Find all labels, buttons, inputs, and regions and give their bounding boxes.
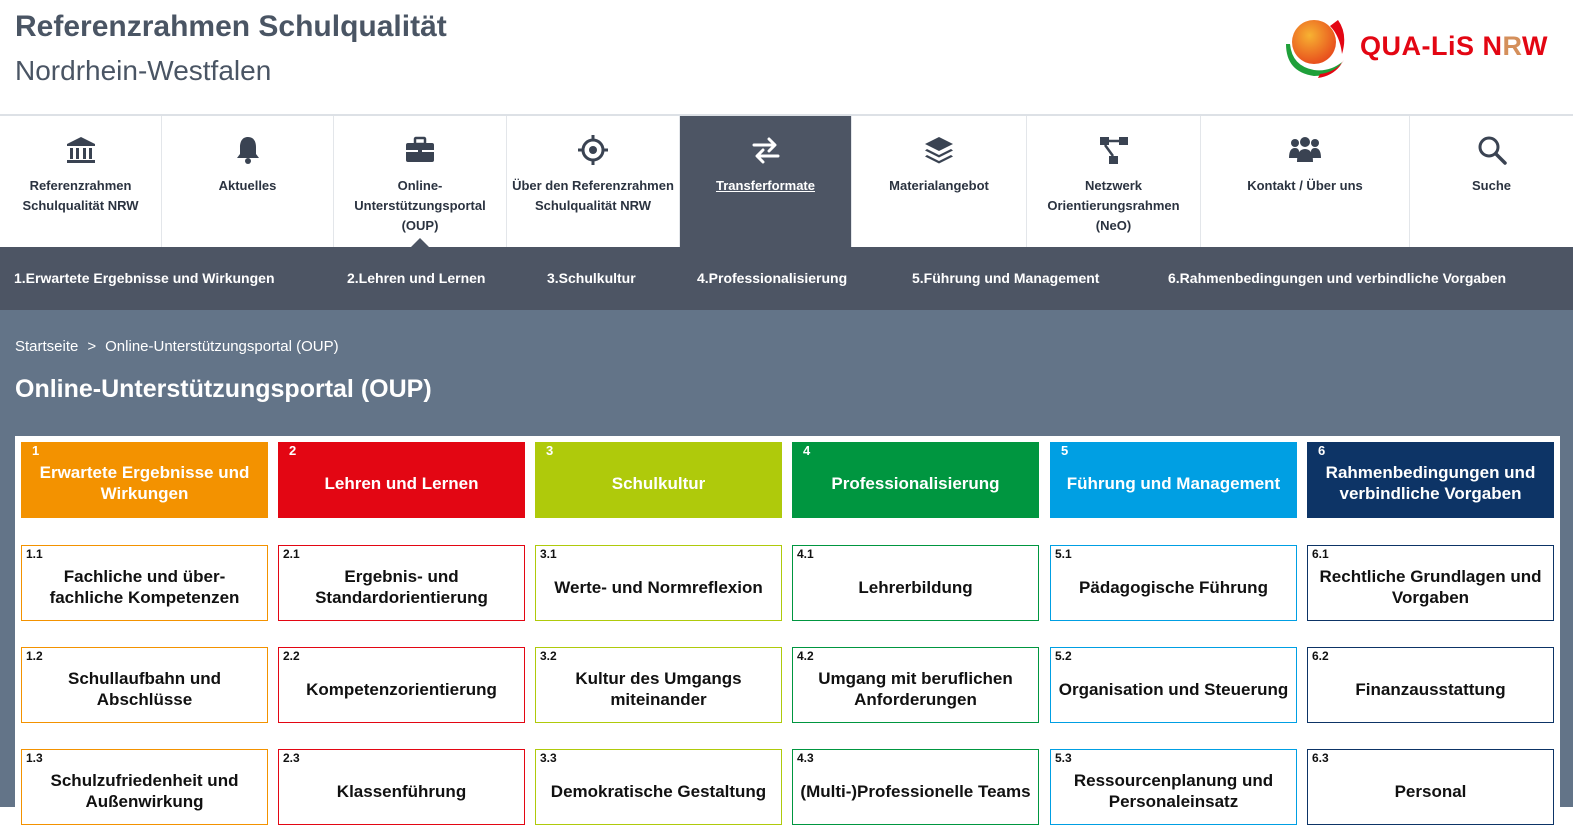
dimension-box-2-1[interactable]: 2.1 Ergebnis- und Standardorientierung	[278, 545, 525, 621]
area-header-4[interactable]: 4 Professionalisierung	[792, 442, 1039, 518]
nav-item-label: Suche	[1471, 178, 1511, 193]
dimension-title: Werte- und Normreflexion	[554, 577, 763, 597]
crosshair-icon	[507, 134, 679, 166]
dimension-box-5-1[interactable]: 5.1 Pädagogische Führung	[1050, 545, 1297, 621]
dimension-box-1-2[interactable]: 1.2 Schullaufbahn und Abschlüsse	[21, 647, 268, 723]
dimension-box-6-1[interactable]: 6.1 Rechtliche Grundlagen und Vorgaben	[1307, 545, 1554, 621]
dimension-box-2-3[interactable]: 2.3 Klassenführung	[278, 749, 525, 825]
area-title: Professionalisierung	[831, 473, 1000, 493]
briefcase-icon	[334, 134, 506, 166]
dimension-title: Organisation und Steuerung	[1058, 679, 1289, 699]
area-title: Lehren und Lernen	[324, 473, 479, 493]
dimension-title: Ressourcenplanung und Personaleinsatz	[1073, 771, 1274, 811]
nav-item-label: Über den Referenzrahmen Schulqualität NR…	[512, 178, 674, 213]
dimension-title: Personal	[1394, 781, 1467, 801]
area-title: Schulkultur	[611, 473, 706, 493]
breadcrumb-separator: >	[87, 338, 97, 355]
subnav-item-5[interactable]: 5.Führung und Management	[912, 270, 1099, 286]
area-header-6[interactable]: 6 Rahmenbedingungen und verbindliche Vor…	[1307, 442, 1554, 518]
subnav-item-4[interactable]: 4.Professionalisierung	[697, 270, 847, 286]
layers-icon	[852, 134, 1026, 166]
bell-icon	[162, 134, 333, 166]
main-navigation: Referenzrahmen Schulqualität NRW Aktuell…	[0, 114, 1573, 248]
subnav-item-3[interactable]: 3.Schulkultur	[547, 270, 636, 286]
dimension-title: Schullaufbahn und Abschlüsse	[68, 669, 221, 709]
area-header-5[interactable]: 5 Führung und Management	[1050, 442, 1297, 518]
subnav-item-6[interactable]: 6.Rahmenbedingungen und verbindliche Vor…	[1168, 270, 1506, 286]
area-title: Rahmenbedingungen und verbindliche Vorga…	[1325, 463, 1536, 503]
network-icon	[1027, 134, 1200, 166]
nav-item-label: Aktuelles	[218, 178, 277, 193]
nav-item-aktuelles[interactable]: Aktuelles	[162, 116, 334, 247]
nav-item-oup[interactable]: Online-Unterstützungsportal (OUP)	[334, 116, 507, 248]
site-header: Referenzrahmen Schulqualität Nordrhein-W…	[0, 0, 1573, 115]
dimension-box-1-1[interactable]: 1.1 Fachliche und über-fachliche Kompete…	[21, 545, 268, 621]
nav-item-label: Netzwerk Orientierungsrahmen (NeO)	[1047, 178, 1180, 233]
dimension-title: Demokratische Gestaltung	[550, 781, 767, 801]
dimension-box-6-2[interactable]: 6.2 Finanzausstattung	[1307, 647, 1554, 723]
dimension-box-5-3[interactable]: 5.3 Ressourcenplanung und Personaleinsat…	[1050, 749, 1297, 825]
institution-icon	[0, 134, 161, 166]
nav-item-label: Transferformate	[716, 178, 815, 193]
nav-item-label: Online-Unterstützungsportal (OUP)	[354, 178, 486, 233]
dimension-box-6-3[interactable]: 6.3 Personal	[1307, 749, 1554, 825]
breadcrumb-home-link[interactable]: Startseite	[15, 338, 78, 355]
area-header-1[interactable]: 1 Erwartete Ergebnisse und Wirkungen	[21, 442, 268, 518]
dimension-box-4-1[interactable]: 4.1 Lehrerbildung	[792, 545, 1039, 621]
subnav-item-2[interactable]: 2.Lehren und Lernen	[347, 270, 485, 286]
area-header-2[interactable]: 2 Lehren und Lernen	[278, 442, 525, 518]
dimension-title: Rechtliche Grundlagen und Vorgaben	[1319, 567, 1542, 607]
content-area: Startseite > Online-Unterstützungsportal (…	[0, 310, 1573, 825]
dimension-box-5-2[interactable]: 5.2 Organisation und Steuerung	[1050, 647, 1297, 723]
exchange-arrows-icon	[680, 134, 851, 166]
area-title: Führung und Management	[1066, 473, 1281, 493]
sub-navigation: 1.Erwartete Ergebnisse und Wirkungen 2.L…	[0, 247, 1573, 310]
qualis-logo-text: QUA-LiS NRW	[1360, 31, 1549, 61]
dimension-box-2-2[interactable]: 2.2 Kompetenzorientierung	[278, 647, 525, 723]
dimension-title: Ergebnis- und Standardorientierung	[315, 567, 488, 607]
dimension-title: Kompetenzorientierung	[306, 679, 497, 699]
nav-item-referenzrahmen[interactable]: Referenzrahmen Schulqualität NRW	[0, 116, 162, 247]
nav-item-label: Materialangebot	[889, 178, 989, 193]
qualis-logo-mark-icon	[1286, 20, 1345, 78]
dimension-title: Pädagogische Führung	[1079, 577, 1268, 597]
dimension-box-4-2[interactable]: 4.2 Umgang mit beruflichen Anforderungen	[792, 647, 1039, 723]
dimension-title: Klassenführung	[336, 781, 467, 801]
dimension-box-3-2[interactable]: 3.2 Kultur des Umgangs miteinander	[535, 647, 782, 723]
dimension-title: Fachliche und über-fachliche Kompetenzen	[49, 567, 240, 607]
qualis-logo[interactable]: QUA-LiS NRW	[1278, 12, 1548, 82]
breadcrumb: Startseite > Online-Unterstützungsportal (…	[15, 338, 339, 355]
subnav-item-1[interactable]: 1.Erwartete Ergebnisse und Wirkungen	[14, 270, 275, 286]
area-header-3[interactable]: 3 Schulkultur	[535, 442, 782, 518]
breadcrumb-current: Online-Unterstützungsportal (OUP)	[105, 338, 339, 355]
nav-item-materialangebot[interactable]: Materialangebot	[852, 116, 1027, 247]
page-title: Online-Unterstützungsportal (OUP)	[15, 375, 432, 403]
dimension-box-3-1[interactable]: 3.1 Werte- und Normreflexion	[535, 545, 782, 621]
dimension-title: Kultur des Umgangs miteinander	[575, 669, 742, 709]
area-title: Erwartete Ergebnisse und Wirkungen	[39, 463, 250, 503]
dimension-title: Finanzausstattung	[1355, 679, 1506, 699]
site-subtitle: Nordrhein-Westfalen	[15, 55, 272, 86]
dimension-title: Schulzufriedenheit und Außenwirkung	[50, 771, 239, 811]
dimension-box-1-3[interactable]: 1.3 Schulzufriedenheit und Außenwirkung	[21, 749, 268, 825]
nav-item-transferformate[interactable]: Transferformate	[680, 116, 852, 247]
nav-item-kontakt[interactable]: Kontakt / Über uns	[1201, 116, 1410, 247]
dimension-title: (Multi-)Professionelle Teams	[800, 781, 1031, 801]
dimension-title: Lehrerbildung	[858, 577, 973, 597]
nav-item-suche[interactable]: Suche	[1410, 116, 1573, 247]
nav-item-label: Kontakt / Über uns	[1247, 178, 1363, 193]
nav-item-ueber-referenzrahmen[interactable]: Über den Referenzrahmen Schulqualität NR…	[507, 116, 680, 247]
quality-framework-grid: 1 Erwartete Ergebnisse und Wirkungen 1.1…	[15, 436, 1560, 825]
search-icon	[1410, 134, 1573, 166]
dimension-box-4-3[interactable]: 4.3 (Multi-)Professionelle Teams	[792, 749, 1039, 825]
people-icon	[1201, 134, 1409, 166]
nav-item-netzwerk[interactable]: Netzwerk Orientierungsrahmen (NeO)	[1027, 116, 1201, 247]
dimension-box-3-3[interactable]: 3.3 Demokratische Gestaltung	[535, 749, 782, 825]
site-title[interactable]: Referenzrahmen Schulqualität	[15, 10, 447, 44]
dimension-title: Umgang mit beruflichen Anforderungen	[818, 669, 1013, 709]
nav-item-label: Referenzrahmen Schulqualität NRW	[22, 178, 139, 213]
